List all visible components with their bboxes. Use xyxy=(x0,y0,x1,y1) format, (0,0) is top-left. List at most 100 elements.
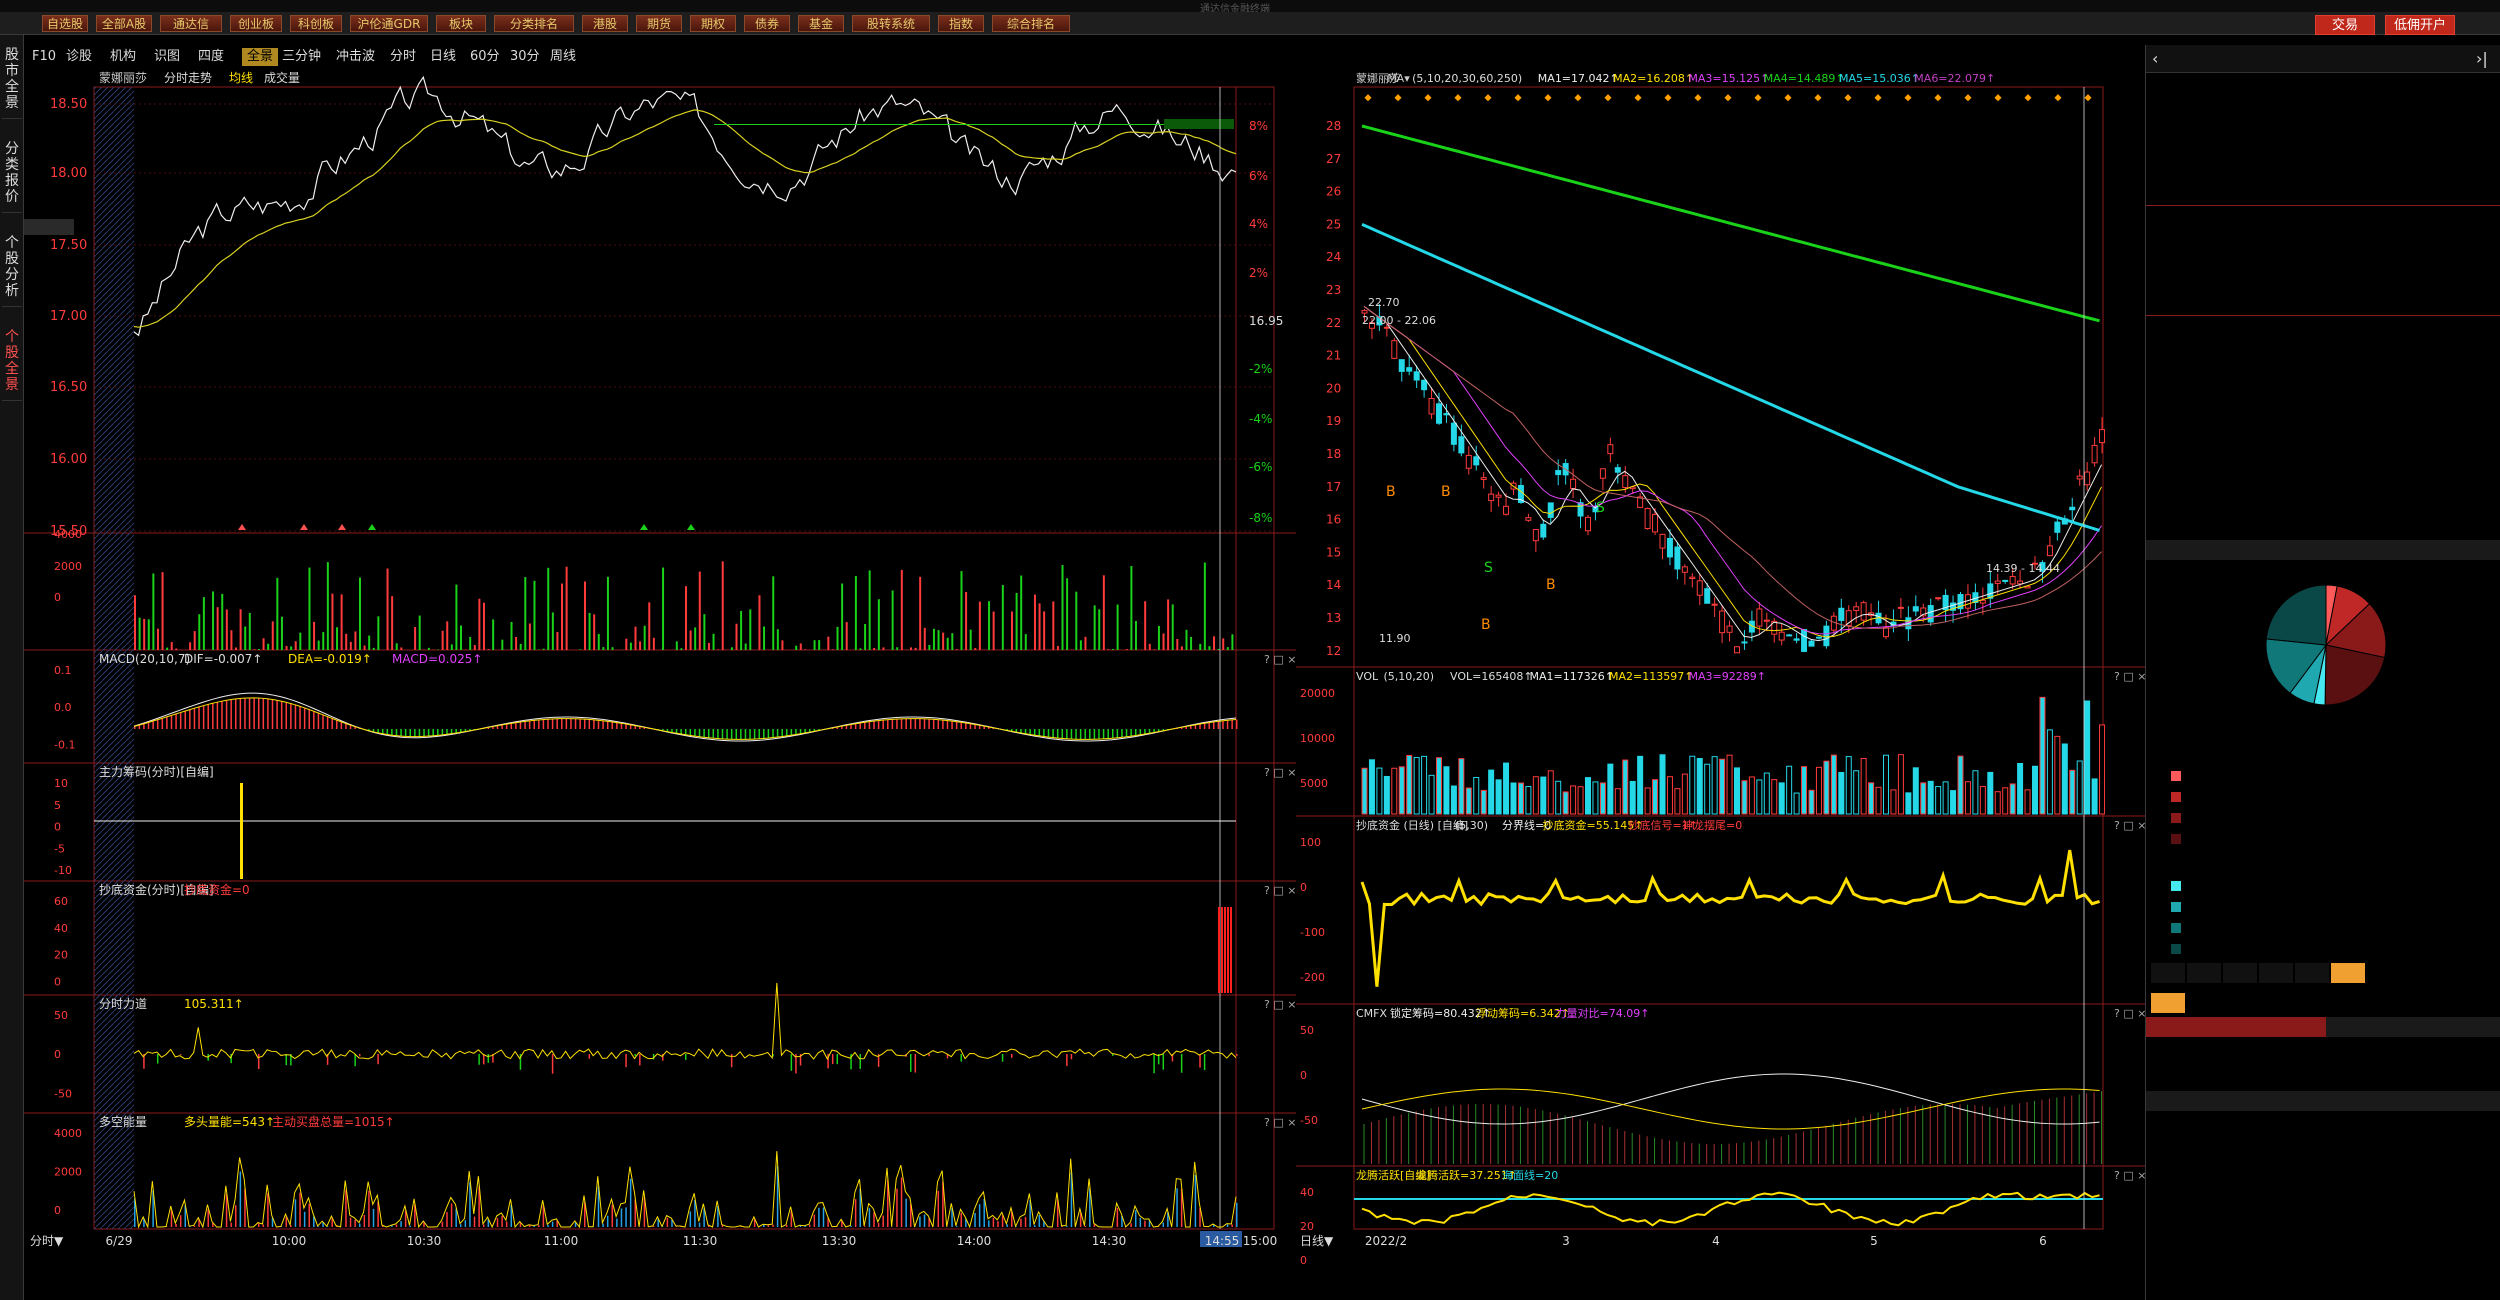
vol-bar xyxy=(561,583,564,650)
duokong-bar xyxy=(808,1224,811,1227)
menu-item-6[interactable]: 板块 xyxy=(436,15,486,32)
vol-bar xyxy=(639,641,642,650)
menu-item-5[interactable]: 沪伦通GDR xyxy=(350,15,428,32)
menu-item-10[interactable]: 期权 xyxy=(690,15,736,32)
toolbar-item-4[interactable]: 四度 xyxy=(198,48,238,66)
lidao-bar xyxy=(1162,1054,1165,1070)
daily-vol-bar xyxy=(1495,779,1502,815)
candle xyxy=(1927,605,1934,623)
macd-bar xyxy=(583,719,586,729)
sidebar-tab-0[interactable]: 股市全景 xyxy=(2,47,22,119)
menu-item-1[interactable]: 全部A股 xyxy=(96,15,152,32)
macd-bar xyxy=(1203,723,1206,729)
candle xyxy=(1361,310,1368,314)
toolbar-item-9[interactable]: 日线 xyxy=(430,48,466,66)
daily-subfield: MA1=117326↑ xyxy=(1530,670,1614,683)
back-icon[interactable]: ‹ xyxy=(2152,49,2158,68)
trade-button[interactable]: 交易 xyxy=(2315,15,2375,35)
toolbar-item-2[interactable]: 机构 xyxy=(110,48,150,66)
macd-bar xyxy=(253,697,255,729)
toolbar-item-5[interactable]: 全景 xyxy=(242,48,278,66)
panel-close-icon[interactable]: ? □ × xyxy=(1264,653,1296,666)
toolbar-item-7[interactable]: 冲击波 xyxy=(336,48,386,66)
menu-item-11[interactable]: 债券 xyxy=(744,15,790,32)
macd-bar xyxy=(680,729,682,734)
duokong-bar xyxy=(299,1192,301,1227)
pct-tick: 8% xyxy=(1249,119,1268,133)
quote-tab-5[interactable] xyxy=(2331,963,2365,983)
vol-bar xyxy=(446,621,449,650)
menu-item-14[interactable]: 指数 xyxy=(938,15,984,32)
vol-bar xyxy=(1144,601,1147,650)
intraday-chart[interactable]: 蒙娜丽莎 分时走势 均线 成交量 18.50 18.00 17.50 17.00 16.50 16… xyxy=(24,69,1296,1300)
candle xyxy=(1793,638,1800,641)
quote-tab-3[interactable] xyxy=(2259,963,2293,983)
duokong-bar xyxy=(372,1208,375,1227)
menu-item-12[interactable]: 基金 xyxy=(798,15,844,32)
daily-kline-chart[interactable]: 返回个股分析平移自选蒙娜丽莎MA▾(5,10,20,30,60,250)MA1=… xyxy=(1296,69,2145,1300)
panel-close-icon[interactable]: ? □ × xyxy=(1264,1116,1296,1129)
macd-bar xyxy=(1107,729,1109,739)
toolbar-item-3[interactable]: 识图 xyxy=(154,48,194,66)
macd-bar xyxy=(1038,729,1041,736)
macd-bar xyxy=(1130,729,1132,737)
candle xyxy=(1383,326,1390,329)
lidao-bar xyxy=(179,1054,182,1055)
vol-bar xyxy=(202,597,205,650)
quote-tab-2[interactable] xyxy=(2223,963,2257,983)
forward-icon[interactable]: ›| xyxy=(2476,49,2488,68)
candle xyxy=(1801,629,1808,652)
subchart-field: 主动买盘总量=1015↑ xyxy=(272,1114,395,1129)
quote-tab-4[interactable] xyxy=(2295,963,2329,983)
menu-item-8[interactable]: 港股 xyxy=(582,15,628,32)
subchart-tick: -5 xyxy=(54,842,65,855)
vol-bar xyxy=(1176,638,1179,650)
finance-tag[interactable] xyxy=(2151,993,2185,1013)
sidebar-tab-1[interactable]: 分类报价 xyxy=(2,141,22,213)
vol-bar xyxy=(978,601,981,650)
sidebar-tab-2[interactable]: 个股分析 xyxy=(2,235,22,307)
quote-tab-1[interactable] xyxy=(2187,963,2221,983)
menu-item-2[interactable]: 通达信 xyxy=(160,15,222,32)
menu-item-3[interactable]: 创业板 xyxy=(230,15,282,32)
daily-time-tick: 5 xyxy=(1870,1234,1878,1248)
toolbar-item-0[interactable]: F10 xyxy=(32,48,62,66)
finance-value-3 xyxy=(2406,1189,2500,1211)
toolbar-item-10[interactable]: 60分 xyxy=(470,48,506,66)
toolbar-item-8[interactable]: 分时 xyxy=(390,48,426,66)
daily-price-tick: 17 xyxy=(1326,480,1341,494)
panel-close-icon[interactable]: ? □ × xyxy=(2114,1169,2145,1182)
panel-close-icon[interactable]: ? □ × xyxy=(1264,998,1296,1011)
vol-bar xyxy=(1079,640,1082,650)
panel-close-icon[interactable]: ? □ × xyxy=(2114,819,2145,832)
toolbar-item-6[interactable]: 三分钟 xyxy=(282,48,332,66)
finance-tab-analysis[interactable] xyxy=(2146,1017,2326,1037)
panel-close-icon[interactable]: ? □ × xyxy=(1264,884,1296,897)
panel-close-icon[interactable]: ? □ × xyxy=(1264,766,1296,779)
menu-item-13[interactable]: 股转系统 xyxy=(852,15,930,32)
candle xyxy=(1540,523,1547,538)
menu-item-15[interactable]: 综合排名 xyxy=(992,15,1070,32)
vol-bar xyxy=(1020,575,1023,650)
daily-vol-bar xyxy=(1838,771,1845,815)
zhuli-spike xyxy=(240,783,243,879)
daily-vol-bar xyxy=(2024,789,2031,815)
finance-tab-deep[interactable] xyxy=(2326,1017,2500,1037)
panel-close-icon[interactable]: ? □ × xyxy=(2114,1007,2145,1020)
open-account-button[interactable]: 低佣开户 xyxy=(2385,15,2455,35)
toolbar-item-11[interactable]: 30分 xyxy=(510,48,546,66)
candle xyxy=(1808,640,1815,647)
sidebar-tab-3[interactable]: 个股全景 xyxy=(2,329,22,401)
macd-bar xyxy=(671,729,673,733)
menu-item-9[interactable]: 期货 xyxy=(636,15,682,32)
toolbar-item-12[interactable]: 周线 xyxy=(550,48,590,66)
stat-label2-7 xyxy=(2366,466,2416,488)
menu-item-7[interactable]: 分类排名 xyxy=(494,15,574,32)
menu-item-4[interactable]: 科创板 xyxy=(290,15,342,32)
duokong-bar xyxy=(538,1225,540,1227)
duokong-bar xyxy=(368,1190,370,1227)
toolbar-item-1[interactable]: 诊股 xyxy=(66,48,106,66)
panel-close-icon[interactable]: ? □ × xyxy=(2114,670,2145,683)
menu-item-0[interactable]: 自选股 xyxy=(42,15,88,32)
quote-tab-0[interactable] xyxy=(2151,963,2185,983)
